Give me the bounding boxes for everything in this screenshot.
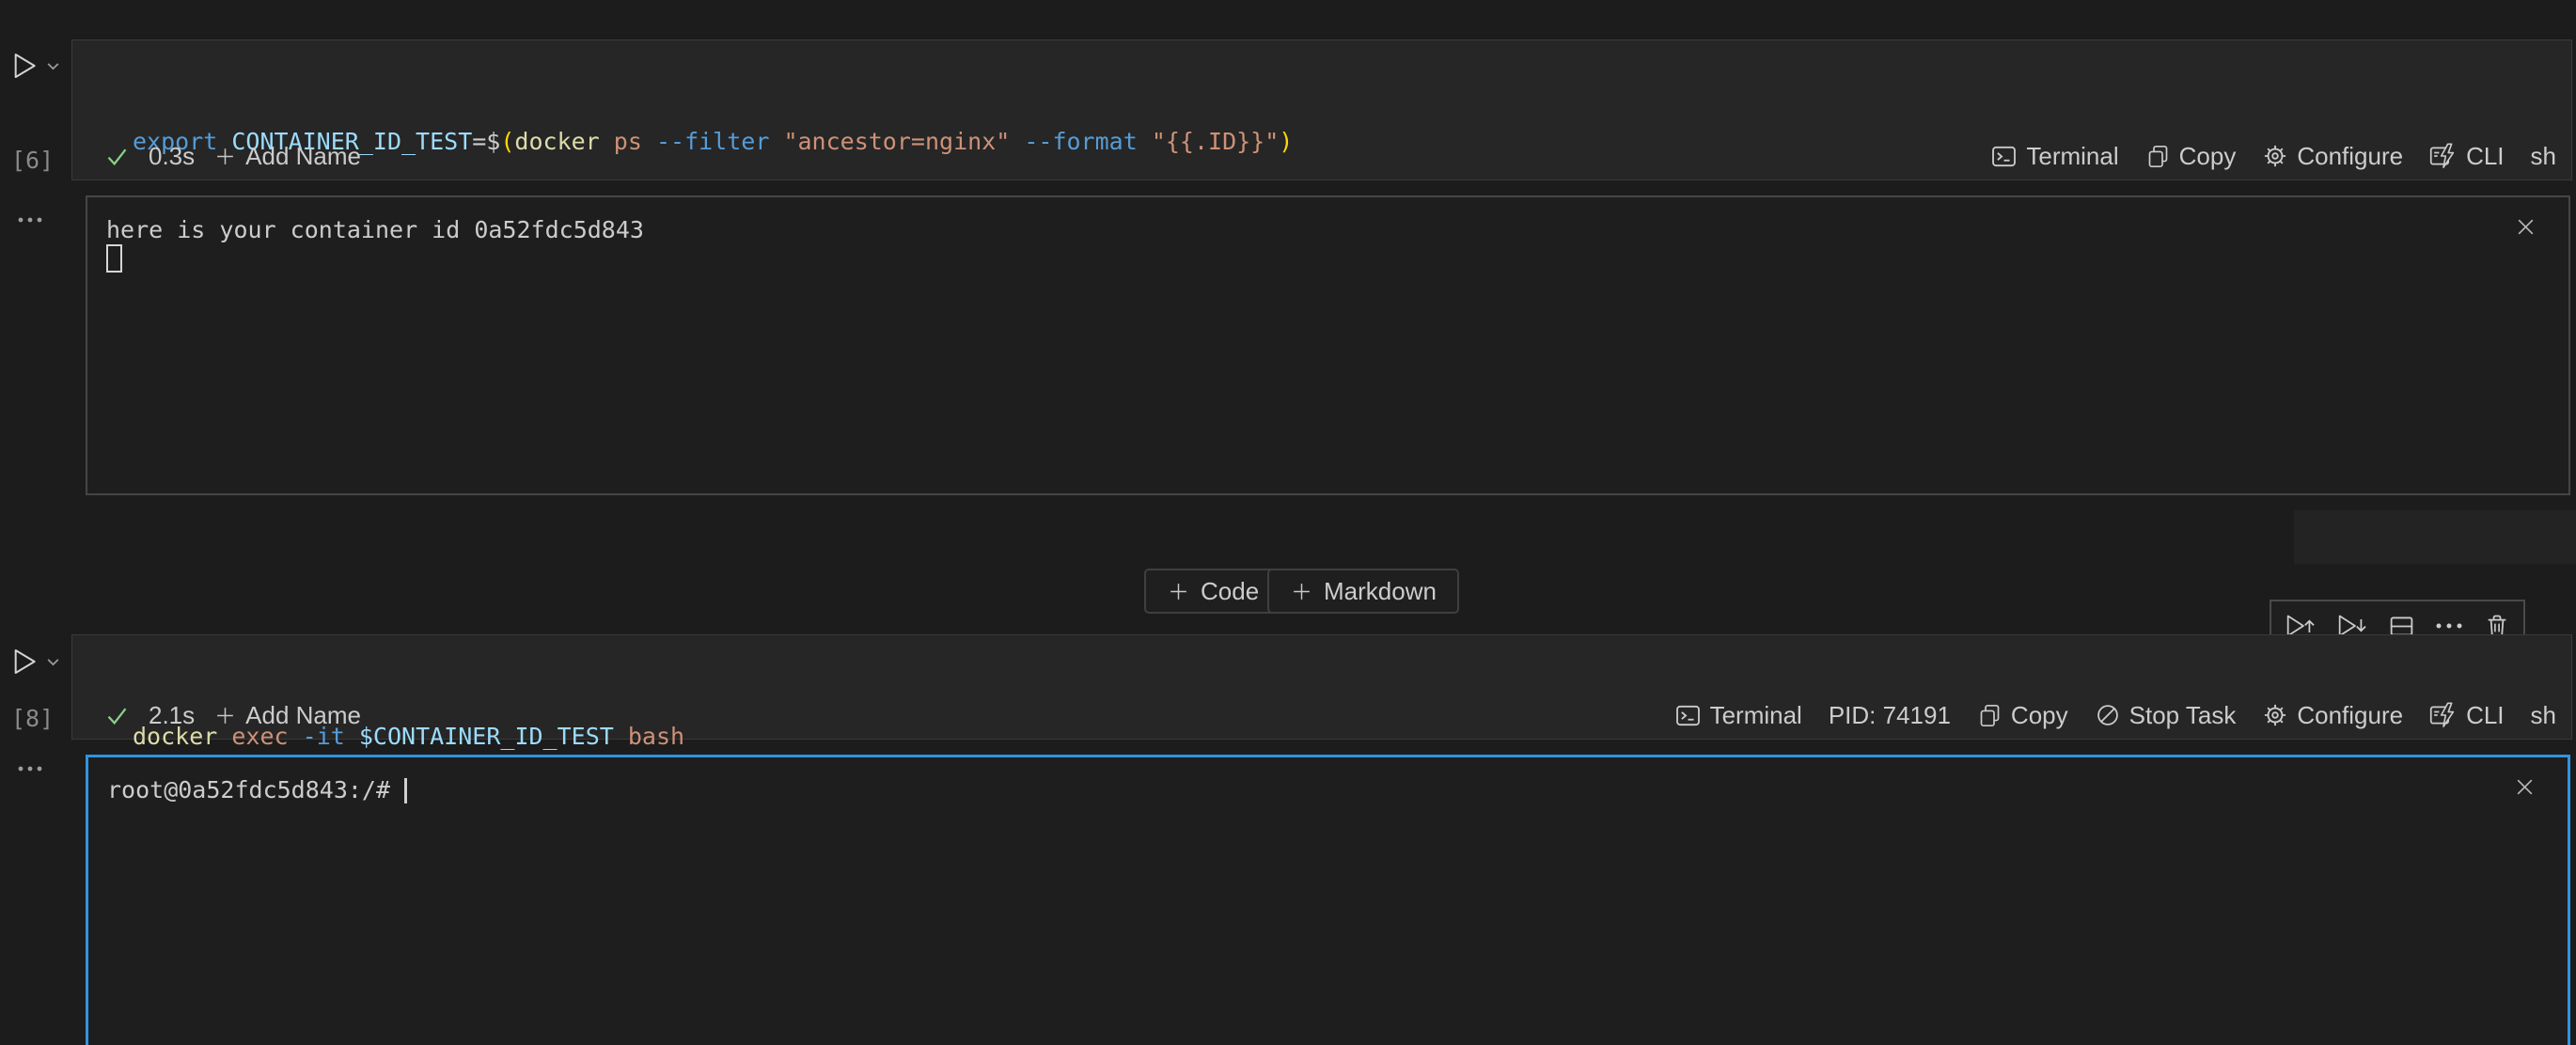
- more-actions-button[interactable]: [2435, 622, 2463, 630]
- copy-label: Copy: [2179, 142, 2237, 171]
- stop-circle-slash-icon: [2095, 702, 2121, 728]
- cell2-output-text: root@0a52fdc5d843:/#: [107, 776, 2502, 804]
- cell1-run-button[interactable]: [9, 49, 61, 83]
- cell1-terminal-button[interactable]: Terminal: [1990, 142, 2118, 171]
- cell1-output-menu-icon[interactable]: [15, 214, 45, 226]
- cell2-execution-count: [8]: [11, 705, 60, 732]
- ellipsis-icon: [2435, 622, 2463, 630]
- terminal-block-cursor: [106, 244, 122, 273]
- terminal-line: here is your container id 0a52fdc5d843: [106, 216, 644, 243]
- terminal-bar-cursor: [404, 778, 407, 803]
- cell-hover-highlight: [2294, 510, 2576, 564]
- insert-markdown-cell-button[interactable]: Markdown: [1267, 569, 1459, 614]
- cell1-execution-count: [6]: [11, 147, 60, 174]
- add-name-label: Add Name: [245, 701, 361, 730]
- cell2-terminal-button[interactable]: Terminal: [1674, 701, 1802, 730]
- insert-code-cell-button[interactable]: Code: [1144, 569, 1281, 614]
- cell2-duration: 2.1s: [149, 701, 195, 730]
- play-icon: [9, 49, 39, 83]
- play-icon: [9, 645, 39, 678]
- insert-markdown-label: Markdown: [1324, 577, 1437, 606]
- configure-label: Configure: [2297, 142, 2403, 171]
- cell2-add-name-button[interactable]: Add Name: [213, 701, 361, 730]
- terminal-icon: [1674, 702, 1702, 729]
- terminal-label: Terminal: [1710, 701, 1802, 730]
- cli-label: CLI: [2466, 701, 2504, 730]
- plus-icon: [213, 704, 237, 727]
- insert-code-label: Code: [1201, 577, 1259, 606]
- terminal-label: Terminal: [2026, 142, 2118, 171]
- cell2-status-bar: 2.1s Add Name Terminal PID: 74191: [72, 692, 2571, 739]
- plus-icon: [1290, 580, 1313, 603]
- shell-type-label: sh: [2531, 142, 2556, 171]
- cell1-copy-button[interactable]: Copy: [2145, 142, 2237, 171]
- cell2-cli-button[interactable]: CLI: [2429, 701, 2504, 730]
- cell2-output-close-button[interactable]: [2510, 772, 2539, 802]
- gear-icon: [2262, 143, 2288, 169]
- notebook-page: [6] export CONTAINER_ID_TEST=$(docker ps…: [0, 0, 2576, 1045]
- cell1-output-close-button[interactable]: [2511, 212, 2540, 242]
- copy-label: Copy: [2011, 701, 2068, 730]
- cell1-configure-button[interactable]: Configure: [2262, 142, 2403, 171]
- success-check-icon: [104, 144, 130, 169]
- close-icon: [2513, 214, 2538, 240]
- cell2-output-menu-icon[interactable]: [15, 763, 45, 774]
- chevron-down-icon: [45, 58, 61, 74]
- cli-zap-icon: [2429, 143, 2458, 169]
- cli-zap-icon: [2429, 702, 2458, 728]
- cell1-add-name-button[interactable]: Add Name: [213, 142, 361, 171]
- add-name-label: Add Name: [245, 142, 361, 171]
- cell2-language-picker[interactable]: sh: [2531, 701, 2556, 730]
- cell2-stop-task-button[interactable]: Stop Task: [2095, 701, 2237, 730]
- copy-icon: [2145, 144, 2171, 169]
- cell1-status-bar: 0.3s Add Name Terminal: [72, 133, 2571, 179]
- stop-task-label: Stop Task: [2129, 701, 2237, 730]
- cell1-output-terminal[interactable]: here is your container id 0a52fdc5d843: [86, 195, 2570, 495]
- terminal-prompt: root@0a52fdc5d843:/#: [107, 776, 404, 803]
- cell1-duration: 0.3s: [149, 142, 195, 171]
- cell2-output-terminal[interactable]: root@0a52fdc5d843:/#: [86, 755, 2570, 1045]
- copy-icon: [1977, 703, 2003, 728]
- shell-type-label: sh: [2531, 701, 2556, 730]
- cell2-pid-label: PID: 74191: [1829, 701, 1951, 730]
- cell1-toolbar: Terminal Copy Configure: [1990, 142, 2556, 171]
- cli-label: CLI: [2466, 142, 2504, 171]
- plus-icon: [1167, 580, 1190, 603]
- cell2-configure-button[interactable]: Configure: [2262, 701, 2403, 730]
- cell1-output-text: here is your container id 0a52fdc5d843: [106, 216, 2503, 273]
- cell2-editor[interactable]: docker exec -it $CONTAINER_ID_TEST bash …: [71, 634, 2572, 740]
- gear-icon: [2262, 702, 2288, 728]
- cell2-run-button[interactable]: [9, 645, 61, 678]
- cell1-editor[interactable]: export CONTAINER_ID_TEST=$(docker ps --f…: [71, 39, 2572, 180]
- cell1-cli-button[interactable]: CLI: [2429, 142, 2504, 171]
- close-icon: [2512, 774, 2537, 800]
- cell1-language-picker[interactable]: sh: [2531, 142, 2556, 171]
- chevron-down-icon: [45, 654, 61, 670]
- configure-label: Configure: [2297, 701, 2403, 730]
- cell2-copy-button[interactable]: Copy: [1977, 701, 2068, 730]
- cell2-toolbar: Terminal PID: 74191 Copy Stop Task: [1674, 701, 2556, 730]
- plus-icon: [213, 145, 237, 168]
- terminal-icon: [1990, 143, 2018, 170]
- success-check-icon: [104, 703, 130, 728]
